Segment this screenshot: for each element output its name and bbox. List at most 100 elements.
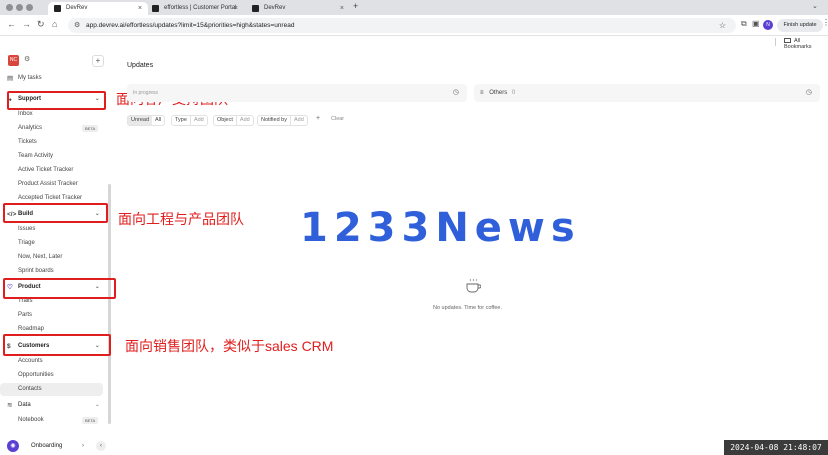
panel-label: Others <box>489 90 508 96</box>
sidebar-item-label: Product Assist Tracker <box>18 181 78 187</box>
sidebar-item-label: Opportunities <box>18 372 54 378</box>
add-filter-button[interactable]: + <box>316 115 320 122</box>
sidebar-item-label: Sprint boards <box>18 268 54 274</box>
sidebar-item-team-activity[interactable]: Team Activity <box>0 150 110 163</box>
browser-tab-bar: DevRev × effortless | Customer Portal × … <box>0 0 828 15</box>
address-bar[interactable]: ⚙ app.devrev.ai/effortless/updates?limit… <box>68 18 736 33</box>
bookmark-star-icon[interactable]: ☆ <box>719 18 726 33</box>
filter-label: Object <box>217 117 233 123</box>
sidebar-item-contacts[interactable]: Contacts <box>0 383 103 396</box>
bookmarks-separator <box>775 38 776 46</box>
tab-close-icon[interactable]: × <box>340 2 344 15</box>
sidebar-scrollbar[interactable] <box>108 184 111 424</box>
sidebar-item-label: Accepted Ticket Tracker <box>18 195 83 201</box>
panel-others[interactable]: ≡ Others 0 ◷ <box>474 84 820 102</box>
all-toggle[interactable]: All <box>152 116 164 125</box>
data-stack-icon: ≋ <box>7 402 13 409</box>
sidebar-item-label: Triage <box>18 240 35 246</box>
sidebar-item-sprint-boards[interactable]: Sprint boards <box>0 265 110 278</box>
tab-close-icon[interactable]: × <box>234 2 238 15</box>
read-state-toggle[interactable]: Unread All <box>127 115 166 126</box>
panel-in-progress[interactable]: In progress ◷ <box>127 84 467 102</box>
sidebar-item-triage[interactable]: Triage <box>0 237 110 250</box>
empty-state-message: No updates. Time for coffee. <box>433 305 502 311</box>
browser-tab-devrev[interactable]: DevRev × <box>48 2 148 15</box>
tab-title: DevRev <box>66 5 88 11</box>
devrev-tab-icon <box>54 5 61 12</box>
filter-add[interactable]: Add <box>290 116 307 125</box>
sidebar-item-opportunities[interactable]: Opportunities <box>0 369 110 382</box>
sidebar-item-accounts[interactable]: Accounts <box>0 355 110 368</box>
sidebar-item-active-ticket-tracker[interactable]: Active Ticket Tracker <box>0 164 110 177</box>
build-highlight-box <box>3 203 108 223</box>
sidebar-item-issues[interactable]: Issues <box>0 223 110 236</box>
create-button[interactable]: + <box>92 55 104 67</box>
sidebar-item-analytics[interactable]: Analytics BETA <box>0 122 110 135</box>
sidebar-item-label: Active Ticket Tracker <box>18 167 74 173</box>
browser-tab-devrev-2[interactable]: DevRev × <box>246 2 350 15</box>
sidebar-item-now-next-later[interactable]: Now, Next, Later <box>0 251 110 264</box>
browser-tab-portal[interactable]: effortless | Customer Portal × <box>146 2 244 15</box>
org-avatar[interactable]: NC <box>8 55 19 66</box>
onboarding-label: Onboarding <box>31 443 63 449</box>
filter-add[interactable]: Add <box>235 116 253 125</box>
onboarding-icon: ◉ <box>7 440 19 452</box>
filter-add[interactable]: Add <box>189 116 207 125</box>
panel-count: 0 <box>511 90 516 96</box>
home-icon[interactable]: ⌂ <box>52 19 57 29</box>
sidebar-item-label: Accounts <box>18 358 43 364</box>
sidebar-item-parts[interactable]: Parts <box>0 309 110 322</box>
site-settings-icon[interactable]: ⚙ <box>74 18 80 33</box>
extensions-icon[interactable]: ⧉ <box>741 19 747 29</box>
tab-list-chevron-icon[interactable]: ⌄ <box>812 2 818 10</box>
devrev-tab-icon <box>252 5 259 12</box>
tasks-icon: ▤ <box>7 75 14 82</box>
browser-toolbar: ← → ↻ ⌂ ⚙ app.devrev.ai/effortless/updat… <box>0 15 828 36</box>
recording-timestamp: 2024-04-08 21:48:07 <box>724 440 828 455</box>
maximize-window-icon[interactable] <box>26 4 33 11</box>
forward-icon[interactable]: → <box>22 19 31 29</box>
sidebar-item-label: Contacts <box>18 386 42 392</box>
product-highlight-box <box>3 278 116 299</box>
finish-update-button[interactable]: Finish update <box>777 19 823 32</box>
sidebar-item-product-assist-tracker[interactable]: Product Assist Tracker <box>0 178 110 191</box>
url-text: app.devrev.ai/effortless/updates?limit=1… <box>86 22 295 29</box>
build-annotation: 面向工程与产品团队 <box>118 211 244 227</box>
sidebar-item-notebook[interactable]: Notebook BETA <box>0 414 110 427</box>
minimize-window-icon[interactable] <box>16 4 23 11</box>
beta-badge: BETA <box>82 125 99 132</box>
close-window-icon[interactable] <box>6 4 13 11</box>
sidebar-item-my-tasks[interactable]: ▤ My tasks <box>0 72 110 85</box>
sidebar-item-label: Analytics <box>18 125 43 131</box>
sidebar-item-label: Issues <box>18 226 36 232</box>
progress-circle-icon: ◷ <box>452 89 459 96</box>
page-title: Updates <box>127 62 154 69</box>
sidebar-item-label: Parts <box>18 312 33 318</box>
notified-by-filter[interactable]: Notified by Add <box>257 115 308 126</box>
sidebar-item-label: Roadmap <box>18 326 45 332</box>
type-filter[interactable]: Type Add <box>171 115 208 126</box>
sidebar-item-label: Tickets <box>18 139 37 145</box>
sidebar-item-tickets[interactable]: Tickets <box>0 136 110 149</box>
progress-circle-icon: ◷ <box>805 89 812 96</box>
browser-menu-icon[interactable]: ⋮ <box>822 18 828 27</box>
customers-highlight-box <box>3 334 111 356</box>
tab-close-icon[interactable]: × <box>138 2 142 15</box>
new-tab-button[interactable]: + <box>353 1 358 11</box>
unread-toggle[interactable]: Unread <box>128 116 153 125</box>
folder-icon <box>784 38 791 43</box>
customers-annotation: 面向销售团队，类似于sales CRM <box>125 338 334 354</box>
profile-avatar[interactable]: N <box>763 20 773 30</box>
sidepanel-icon[interactable]: ▣ <box>752 19 760 28</box>
back-icon[interactable]: ← <box>7 19 16 29</box>
sidebar-section-data[interactable]: ≋ Data ⌄ <box>0 399 110 412</box>
sidebar-item-label: Now, Next, Later <box>18 254 63 260</box>
reload-icon[interactable]: ↻ <box>37 19 45 30</box>
chevron-right-icon: › <box>82 443 84 449</box>
all-bookmarks-button[interactable]: All Bookmarks <box>784 38 828 50</box>
settings-gear-icon[interactable]: ⚙ <box>24 55 30 63</box>
onboarding-button[interactable]: ◉ Onboarding › ‹ <box>4 439 108 453</box>
object-filter[interactable]: Object Add <box>213 115 254 126</box>
clear-filters-button[interactable]: Clear <box>331 116 344 122</box>
collapse-sidebar-icon[interactable]: ‹ <box>96 441 106 451</box>
